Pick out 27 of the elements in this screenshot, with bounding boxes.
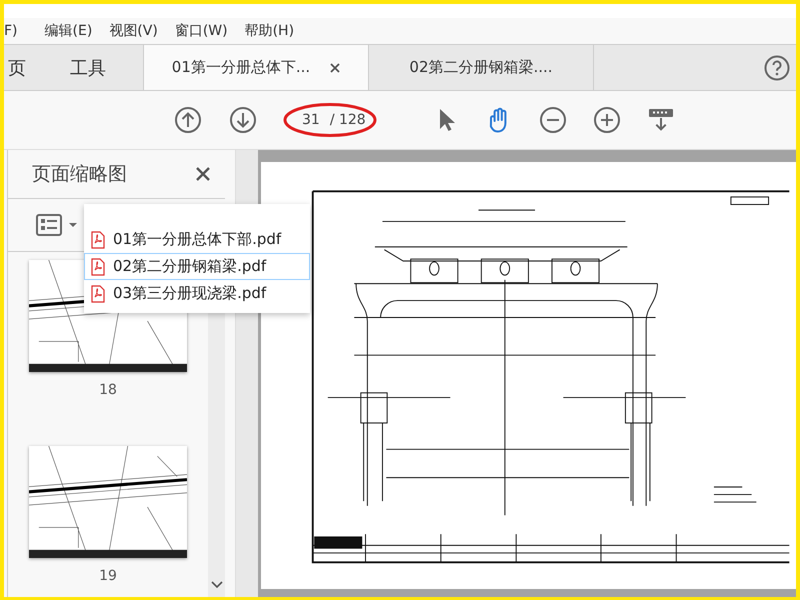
scroll-down-icon[interactable] [210,581,222,589]
panel-title: 页面缩略图 [32,162,127,187]
close-icon[interactable] [330,62,340,72]
menu-item[interactable]: 帮助(H) [244,22,294,40]
document-tab[interactable]: 01第一分册总体下... [144,45,369,90]
options-icon[interactable] [36,214,80,236]
file-list-item[interactable]: 03第三分册现浇梁.pdf [84,280,310,307]
zoom-out-icon[interactable] [538,106,567,134]
close-icon[interactable] [195,166,211,182]
zoom-in-icon[interactable] [592,106,621,134]
menu-item[interactable]: 编辑(E) [44,22,92,40]
page-number-label: 18 [99,382,117,398]
menu-item[interactable]: F) [4,23,18,39]
page-number-field[interactable]: 31 [302,112,320,128]
tab-label: 01第一分册总体下... [172,58,310,77]
page-number-label: 19 [99,568,117,584]
file-list-item[interactable]: 02第二分册钢箱梁.pdf [84,253,310,280]
help-icon[interactable] [764,54,790,80]
menu-item[interactable]: 视图(V) [109,22,158,40]
pdf-file-icon [91,230,105,248]
file-list-item[interactable]: 01第一分册总体下部.pdf [84,226,310,253]
page-total: / 128 [330,112,366,128]
page-thumbnail[interactable] [29,446,187,558]
tab-label: 02第二分册钢箱梁.... [409,58,553,77]
menu-item[interactable]: 窗口(W) [174,22,228,40]
pdf-file-icon [91,258,105,276]
pdf-file-icon [91,284,105,302]
